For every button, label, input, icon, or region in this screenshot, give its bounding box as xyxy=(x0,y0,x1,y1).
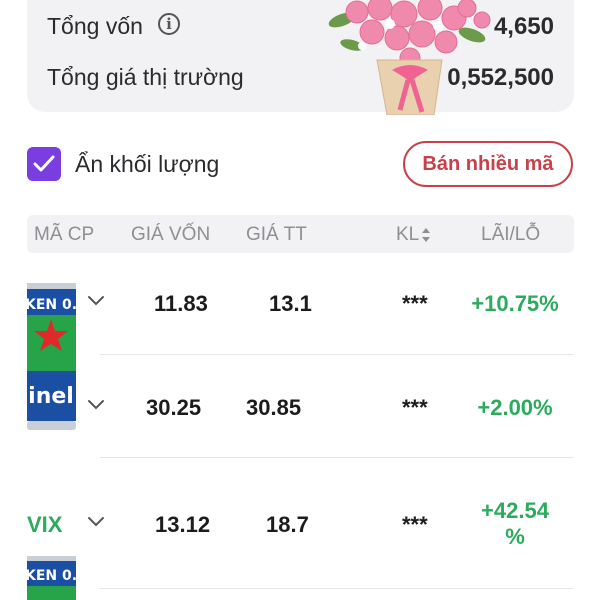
row-divider xyxy=(100,588,574,589)
column-volume-sort[interactable]: KL xyxy=(396,224,431,246)
profit-loss: +2.00% xyxy=(477,395,553,420)
info-icon[interactable]: i xyxy=(158,13,180,35)
column-volume-label: KL xyxy=(396,224,420,245)
total-capital-label: Tổng vốn xyxy=(47,13,143,39)
flower-bouquet-sticker xyxy=(328,0,491,115)
volume-hidden: *** xyxy=(402,512,428,537)
table-row[interactable]: VIX 13.12 18.7 *** +42.54 % KEN 0. xyxy=(0,458,600,600)
svg-text:KEN 0.: KEN 0. xyxy=(25,297,77,313)
profit-loss: +10.75% xyxy=(471,291,559,316)
sell-multiple-button[interactable]: Bán nhiều mã xyxy=(403,141,573,187)
cost-price: 11.83 xyxy=(154,291,208,316)
profit-loss: +42.54 % xyxy=(470,498,560,550)
table-header: MÃ CP GIÁ VỐN GIÁ TT KL LÃI/LỖ xyxy=(27,215,574,253)
sort-icon xyxy=(422,227,431,242)
svg-text:KEN 0.: KEN 0. xyxy=(25,568,77,584)
column-cost-price: GIÁ VỐN xyxy=(131,224,211,245)
market-price: 13.1 xyxy=(269,291,312,316)
table-row[interactable]: KEN 0. 11.83 13.1 *** +10.75% xyxy=(0,255,600,373)
market-price: 30.85 xyxy=(246,395,302,420)
column-market-price: GIÁ TT xyxy=(246,224,307,245)
market-value-label: Tổng giá thị trường xyxy=(47,64,244,90)
hide-volume-label: Ẩn khối lượng xyxy=(75,151,220,177)
beer-can-sticker: KEN 0. xyxy=(25,556,77,600)
chevron-down-icon[interactable] xyxy=(87,399,105,411)
column-profit-loss: LÃI/LỖ xyxy=(481,224,541,245)
checkmark-icon xyxy=(33,155,55,172)
volume-hidden: *** xyxy=(402,395,428,420)
profit-loss-percent-sign: % xyxy=(505,524,525,549)
column-ticker: MÃ CP xyxy=(34,224,95,245)
cost-price: 30.25 xyxy=(146,395,202,420)
market-price: 18.7 xyxy=(266,512,309,537)
svg-text:inel: inel xyxy=(28,384,74,409)
cost-price: 13.12 xyxy=(155,512,211,537)
table-row[interactable]: inel 30.25 30.85 *** +2.00% xyxy=(0,355,600,458)
total-capital-value: 4,650 xyxy=(493,13,554,40)
hide-volume-checkbox[interactable] xyxy=(27,147,61,181)
chevron-down-icon[interactable] xyxy=(87,516,105,528)
profit-loss-value: +42.54 xyxy=(481,498,549,523)
volume-hidden: *** xyxy=(402,291,428,316)
chevron-down-icon[interactable] xyxy=(87,295,105,307)
ticker-symbol[interactable]: VIX xyxy=(27,512,62,538)
beer-can-sticker: inel xyxy=(27,355,76,430)
